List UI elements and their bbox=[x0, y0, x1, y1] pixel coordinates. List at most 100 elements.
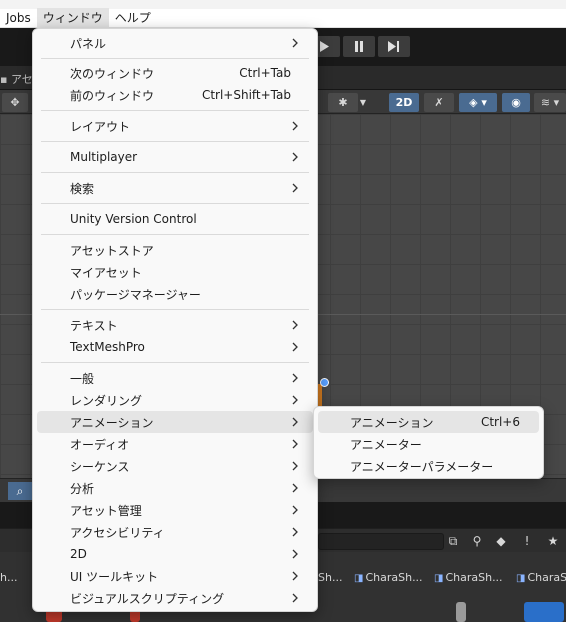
chevron-right-icon bbox=[292, 593, 298, 603]
layers-button[interactable]: ≋ ▾ bbox=[534, 93, 566, 112]
lighting-toggle-button[interactable]: ✗ bbox=[424, 93, 454, 112]
asset-item[interactable]: ◨ CharaSh... bbox=[354, 571, 423, 584]
favorites-button[interactable]: ★ bbox=[542, 532, 564, 550]
chevron-right-icon bbox=[292, 121, 298, 131]
chevron-right-icon bbox=[292, 395, 298, 405]
submenu-item-animator[interactable]: アニメーター bbox=[318, 433, 539, 455]
asset-icon: ◨ bbox=[516, 573, 526, 584]
menu-item-visual-scripting[interactable]: ビジュアルスクリプティング bbox=[37, 587, 313, 609]
filter-icon: ⚲ bbox=[472, 534, 482, 548]
submenu-item-animator-parameters[interactable]: アニメーターパラメーター bbox=[318, 455, 539, 477]
menu-separator bbox=[41, 141, 309, 142]
menu-item-panels[interactable]: パネル bbox=[37, 32, 313, 54]
warnings-button[interactable]: ! bbox=[516, 532, 538, 550]
menu-window[interactable]: ウィンドウ bbox=[36, 7, 109, 28]
menu-item-asset-management[interactable]: アセット管理 bbox=[37, 499, 313, 521]
debug-button[interactable]: ✱ bbox=[328, 93, 358, 112]
menu-item-textmeshpro[interactable]: TextMeshPro bbox=[37, 336, 313, 358]
visibility-button[interactable]: ◉ bbox=[502, 93, 530, 112]
filter-label-button[interactable]: ◆ bbox=[490, 532, 512, 550]
layers-icon: ≋ ▾ bbox=[540, 96, 560, 109]
window-menu: パネル 次のウィンドウ Ctrl+Tab 前のウィンドウ Ctrl+Shift+… bbox=[32, 28, 318, 612]
debug-dropdown[interactable]: ▼ bbox=[358, 93, 368, 112]
menu-item-rendering[interactable]: レンダリング bbox=[37, 389, 313, 411]
step-button[interactable] bbox=[378, 36, 410, 57]
asset-item[interactable]: h... bbox=[0, 571, 17, 584]
asset-icon: ◨ bbox=[354, 573, 364, 584]
chevron-right-icon bbox=[292, 527, 298, 537]
open-window-button[interactable]: ⧉ bbox=[442, 532, 464, 550]
step-icon bbox=[388, 41, 399, 52]
asset-item[interactable]: ◨CharaSh bbox=[516, 571, 566, 584]
menu-item-text[interactable]: テキスト bbox=[37, 314, 313, 336]
menu-separator bbox=[41, 234, 309, 235]
transform-gizmo-point[interactable] bbox=[320, 378, 329, 387]
star-icon: ★ bbox=[547, 534, 559, 548]
asset-thumbnail bbox=[524, 602, 564, 622]
lighting-off-icon: ✗ bbox=[434, 96, 444, 109]
assets-tab-label[interactable]: ▪ アセ bbox=[0, 71, 33, 87]
menu-item-general[interactable]: 一般 bbox=[37, 367, 313, 389]
menu-separator bbox=[41, 309, 309, 310]
folder-icon: ▪ bbox=[0, 73, 8, 86]
chevron-right-icon bbox=[292, 38, 298, 48]
menu-item-accessibility[interactable]: アクセシビリティ bbox=[37, 521, 313, 543]
menu-item-sequences[interactable]: シーケンス bbox=[37, 455, 313, 477]
bug-icon: ✱ bbox=[338, 96, 348, 109]
menu-separator bbox=[41, 110, 309, 111]
play-controls bbox=[308, 36, 410, 57]
menu-item-my-assets[interactable]: マイアセット bbox=[37, 261, 313, 283]
search-button[interactable]: ⌕ bbox=[8, 482, 32, 500]
menu-item-next-window[interactable]: 次のウィンドウ Ctrl+Tab bbox=[37, 62, 313, 84]
menu-item-audio[interactable]: オーディオ bbox=[37, 433, 313, 455]
effects-button[interactable]: ◈ ▾ bbox=[459, 93, 497, 112]
pause-icon bbox=[355, 41, 363, 52]
chevron-right-icon bbox=[292, 505, 298, 515]
menu-item-multiplayer[interactable]: Multiplayer bbox=[37, 146, 313, 168]
menu-separator bbox=[41, 362, 309, 363]
asset-item[interactable]: Sh... bbox=[318, 571, 342, 584]
menu-help[interactable]: ヘルプ bbox=[109, 8, 157, 28]
asset-item[interactable]: ◨ CharaSh... bbox=[434, 571, 503, 584]
menu-item-package-manager[interactable]: パッケージマネージャー bbox=[37, 283, 313, 305]
chevron-right-icon bbox=[292, 183, 298, 193]
2d-toggle-button[interactable]: 2D bbox=[389, 93, 419, 112]
hand-tool-button[interactable]: ✥ bbox=[2, 93, 28, 112]
chevron-right-icon bbox=[292, 571, 298, 581]
filter-type-button[interactable]: ⚲ bbox=[466, 532, 488, 550]
chevron-right-icon bbox=[292, 483, 298, 493]
warning-icon: ! bbox=[524, 534, 530, 548]
chevron-down-icon: ▼ bbox=[359, 98, 367, 107]
animation-submenu: アニメーション Ctrl+6 アニメーター アニメーターパラメーター bbox=[313, 406, 544, 479]
menu-separator bbox=[41, 203, 309, 204]
menu-jobs[interactable]: Jobs bbox=[0, 8, 37, 28]
chevron-right-icon bbox=[292, 320, 298, 330]
chevron-right-icon bbox=[292, 549, 298, 559]
chevron-right-icon bbox=[292, 417, 298, 427]
menu-item-layouts[interactable]: レイアウト bbox=[37, 115, 313, 137]
submenu-item-animation[interactable]: アニメーション Ctrl+6 bbox=[318, 411, 539, 433]
tag-icon: ◆ bbox=[496, 534, 506, 548]
menu-item-2d[interactable]: 2D bbox=[37, 543, 313, 565]
external-window-icon: ⧉ bbox=[448, 533, 458, 548]
menu-item-ui-toolkit[interactable]: UI ツールキット bbox=[37, 565, 313, 587]
menu-item-analysis[interactable]: 分析 bbox=[37, 477, 313, 499]
move-gizmo-icon: ✥ bbox=[10, 96, 20, 109]
chevron-right-icon bbox=[292, 152, 298, 162]
menu-item-asset-store[interactable]: アセットストア bbox=[37, 239, 313, 261]
chevron-right-icon bbox=[292, 461, 298, 471]
chevron-right-icon bbox=[292, 342, 298, 352]
asset-icon: ◨ bbox=[434, 573, 444, 584]
menu-separator bbox=[41, 172, 309, 173]
menu-item-previous-window[interactable]: 前のウィンドウ Ctrl+Shift+Tab bbox=[37, 84, 313, 106]
menu-item-animation[interactable]: アニメーション bbox=[37, 411, 313, 433]
menu-item-unity-version-control[interactable]: Unity Version Control bbox=[37, 208, 313, 230]
menu-item-search[interactable]: 検索 bbox=[37, 177, 313, 199]
menu-bar: Jobs ウィンドウ ヘルプ bbox=[0, 0, 566, 28]
asset-thumbnail bbox=[456, 602, 466, 622]
chevron-right-icon bbox=[292, 373, 298, 383]
chevron-right-icon bbox=[292, 439, 298, 449]
project-search-input[interactable] bbox=[318, 533, 444, 550]
pause-button[interactable] bbox=[343, 36, 375, 57]
effects-icon: ◈ ▾ bbox=[469, 96, 487, 109]
